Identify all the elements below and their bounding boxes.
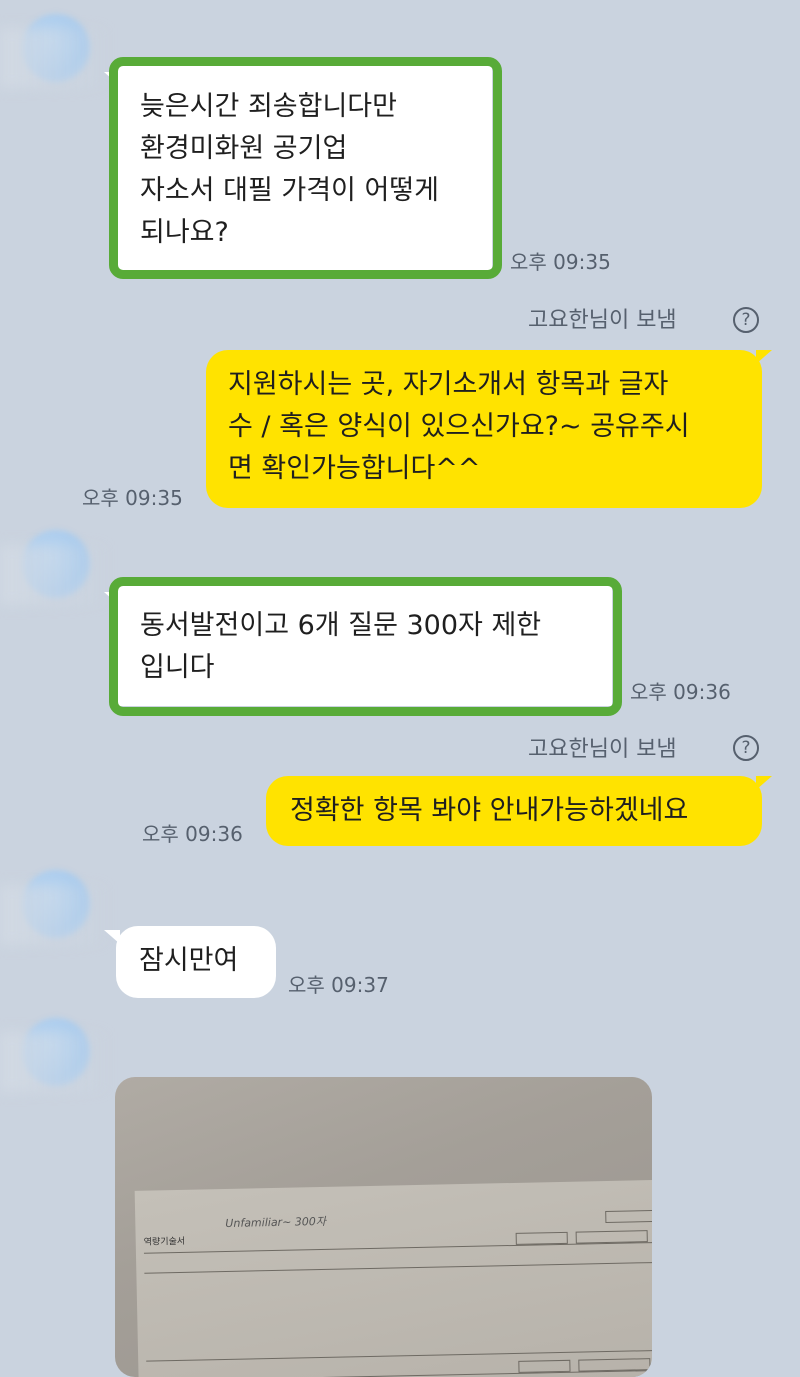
outgoing-message-bubble[interactable]: 정확한 항목 봐야 안내가능하겠네요	[266, 776, 762, 846]
document-box	[515, 1231, 568, 1245]
document-rule	[146, 1369, 652, 1377]
bubble-tail	[756, 776, 772, 790]
message-line: 잠시만여	[139, 945, 239, 976]
incoming-message-bubble[interactable]: 잠시만여	[116, 926, 276, 998]
document-box	[518, 1359, 571, 1373]
highlight-box	[109, 57, 502, 279]
message-time: 오후 09:36	[142, 822, 243, 846]
message-time: 오후 09:36	[630, 680, 731, 704]
document-rule	[146, 1349, 652, 1362]
document-box	[575, 1230, 648, 1244]
document-rule	[144, 1261, 652, 1274]
blurred-name	[0, 885, 110, 945]
message-time-text: 오후 09:35	[82, 486, 183, 510]
message-line: 수 / 혹은 양식이 있으신가요?~ 공유주시	[228, 411, 690, 442]
document-title: 역량기술서	[143, 1236, 186, 1248]
help-icon[interactable]: ?	[733, 735, 759, 761]
blurred-name	[0, 545, 110, 605]
document-photo: 역량기술서 Unfamiliar~ 300자	[134, 1179, 652, 1377]
blurred-name	[0, 1032, 110, 1092]
message-line: 지원하시는 곳, 자기소개서 항목과 글자	[228, 369, 669, 400]
message-time: 오후 09:35	[510, 250, 611, 274]
message-line: 정확한 항목 봐야 안내가능하겠네요	[290, 795, 689, 826]
blurred-name	[0, 28, 110, 88]
document-handwriting: Unfamiliar~ 300자	[225, 1214, 327, 1230]
photo-message[interactable]: 역량기술서 Unfamiliar~ 300자	[115, 1077, 652, 1377]
highlight-box	[109, 577, 622, 716]
sender-label: 고요한님이 보냄	[528, 737, 677, 762]
help-icon[interactable]: ?	[733, 307, 759, 333]
message-time: 오후 09:37	[288, 973, 389, 997]
bubble-tail	[756, 350, 772, 364]
message-line: 면 확인가능합니다^^	[228, 453, 481, 484]
message-time: 오후 09:35	[82, 482, 196, 511]
sender-label: 고요한님이 보냄	[528, 308, 677, 333]
outgoing-message-bubble[interactable]: 지원하시는 곳, 자기소개서 항목과 글자 수 / 혹은 양식이 있으신가요?~…	[206, 350, 762, 508]
document-box	[578, 1358, 651, 1372]
document-box	[605, 1209, 652, 1224]
